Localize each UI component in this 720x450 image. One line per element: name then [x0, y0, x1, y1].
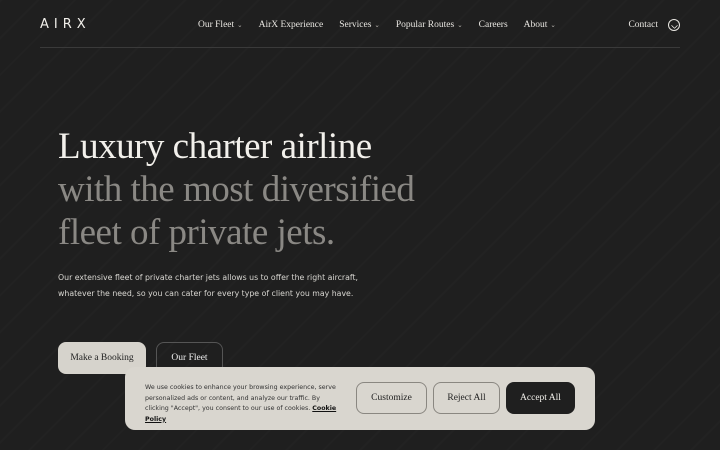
nav-item-label: Careers — [478, 20, 508, 30]
customize-button[interactable]: Customize — [356, 382, 427, 414]
airx-logo[interactable]: AIRX — [40, 17, 91, 32]
nav-item-label: Popular Routes — [395, 20, 455, 30]
nav-item-label: Services — [339, 20, 372, 30]
hero-description-line-2: whatever the need, so you can cater for … — [58, 289, 354, 298]
nav-item-careers[interactable]: Careers — [479, 20, 508, 30]
top-navigation: AIRX Our Fleet ⌄ AirX Experience Service… — [40, 0, 680, 48]
nav-item-label: About — [523, 20, 548, 30]
nav-item-label: Our Fleet — [198, 20, 235, 30]
hero-heading: Luxury charter airline with the most div… — [58, 125, 415, 254]
whatsapp-icon[interactable] — [668, 19, 680, 31]
cookie-banner: We use cookies to enhance your browsing … — [125, 367, 595, 430]
reject-all-button[interactable]: Reject All — [433, 382, 500, 414]
hero-section: Luxury charter airline with the most div… — [58, 125, 415, 254]
cookie-message: We use cookies to enhance your browsing … — [145, 383, 343, 425]
chevron-down-icon: ⌄ — [457, 22, 463, 29]
nav-item-airx-experience[interactable]: AirX Experience — [259, 20, 324, 30]
contact-link[interactable]: Contact — [628, 20, 658, 30]
chevron-down-icon: ⌄ — [550, 22, 556, 29]
nav-item-popular-routes[interactable]: Popular Routes ⌄ — [396, 20, 463, 30]
hero-heading-line-3: fleet of private jets. — [58, 212, 335, 253]
hero-heading-line-1: Luxury charter airline — [58, 126, 372, 167]
chevron-down-icon: ⌄ — [374, 22, 380, 29]
nav-item-label: AirX Experience — [258, 20, 324, 30]
accept-all-button[interactable]: Accept All — [506, 382, 575, 414]
nav-item-our-fleet[interactable]: Our Fleet ⌄ — [198, 20, 243, 30]
main-menu: Our Fleet ⌄ AirX Experience Services ⌄ P… — [198, 20, 556, 30]
nav-item-about[interactable]: About ⌄ — [524, 20, 556, 30]
hero-description-line-1: Our extensive fleet of private charter j… — [58, 273, 359, 282]
hero-description: Our extensive fleet of private charter j… — [58, 270, 388, 302]
hero-heading-line-2: with the most diversified — [58, 169, 415, 210]
chevron-down-icon: ⌄ — [237, 22, 243, 29]
cookie-text: We use cookies to enhance your browsing … — [145, 384, 336, 412]
nav-item-services[interactable]: Services ⌄ — [339, 20, 380, 30]
